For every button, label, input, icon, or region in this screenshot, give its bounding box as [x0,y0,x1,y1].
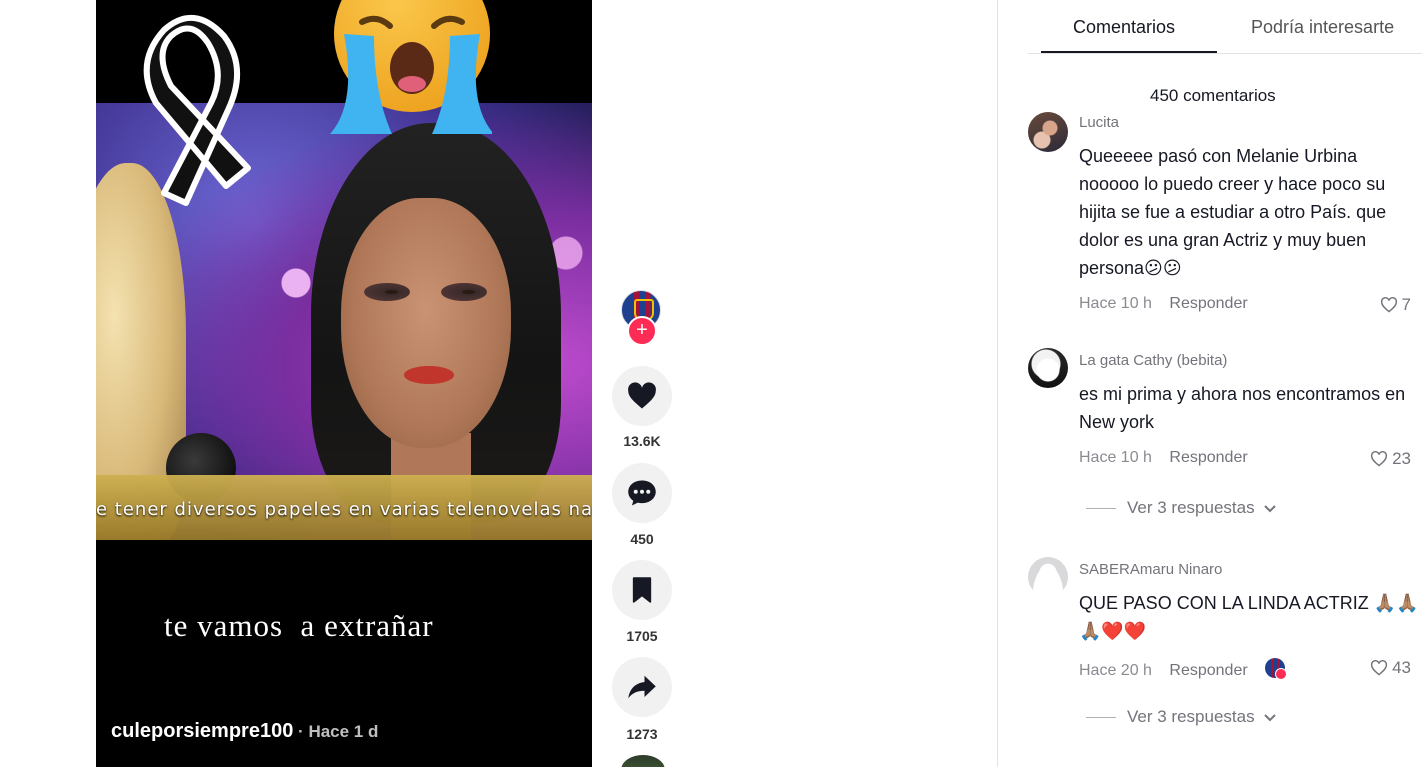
comment-time: Hace 20 h [1079,662,1152,679]
actress-eye-left [364,283,410,301]
author-separator: · [293,722,309,741]
action-bar: + 13.6K 450 1705 1273 [612,0,672,767]
like-outline-icon [1371,660,1388,676]
mourning-ribbon-icon [143,14,251,206]
view-replies-button[interactable]: Ver 3 respuestas [1086,707,1277,727]
like-outline-icon [1371,451,1388,467]
replies-divider-line [1086,507,1116,509]
follow-button[interactable]: + [627,316,657,346]
actress-lips [404,366,454,384]
video-overlay-text: te vamos a extrañar [164,608,434,643]
actress-face [341,198,511,448]
comment-meta: Hace 10 h Responder 23 [1079,449,1419,469]
share-button[interactable] [612,657,672,717]
avatar[interactable] [1028,348,1068,388]
active-tab-indicator [1041,51,1217,53]
creator-liked-badge [1265,658,1288,680]
crying-face-emoji [330,0,492,134]
avatar[interactable] [1028,557,1068,597]
heart-icon [628,382,656,409]
comment-like-count: 43 [1392,658,1411,677]
comment-text: QUE PASO CON LA LINDA ACTRIZ 🙏🏽🙏🏽🙏🏽❤️❤️ [1079,593,1419,641]
comment-like-count: 7 [1401,295,1411,314]
share-count: 1273 [626,726,658,742]
tiktok-video-page: e tener diversos papeles en varias telen… [0,0,1422,767]
comment-item: Lucita Queeeee pasó con Melanie Urbina n… [1028,112,1422,315]
chevron-down-icon [1263,505,1276,513]
comment-button[interactable] [612,463,672,523]
comment-count: 450 [630,531,654,547]
comment-username[interactable]: Lucita [1079,114,1119,131]
comment-like-button[interactable]: 43 [1370,658,1411,678]
comment-like-count: 23 [1392,449,1411,468]
replies-divider-line [1086,716,1116,718]
comment-like-button[interactable]: 23 [1370,449,1411,469]
comment-text: Queeeee pasó con Melanie Urbina nooooo l… [1079,146,1387,278]
panel-divider [997,0,998,767]
comment-item: SABERAmaru Ninaro QUE PASO CON LA LINDA … [1028,557,1422,737]
bookmark-button[interactable] [612,560,672,620]
comments-panel: Comentarios Podría interesarte 450 comen… [1028,0,1422,767]
video-caption-text: e tener diversos papeles en varias telen… [96,499,592,520]
view-replies-button[interactable]: Ver 3 respuestas [1086,498,1277,518]
video-player[interactable]: e tener diversos papeles en varias telen… [96,0,592,767]
like-button[interactable] [612,366,672,426]
reply-button[interactable]: Responder [1169,449,1247,467]
comment-time: Hace 10 h [1079,449,1152,466]
bookmark-icon [632,577,652,603]
author-username-link[interactable]: culeporsiempre100 [111,720,293,742]
reply-button[interactable]: Responder [1169,662,1247,680]
comment-time: Hace 10 h [1079,295,1152,312]
chevron-down-icon [1263,714,1276,722]
post-time: Hace 1 d [308,722,379,741]
panel-tabs: Comentarios Podría interesarte [1028,0,1422,54]
video-author-line: culeporsiempre100 · Hace 1 d [111,720,378,743]
view-replies-label: Ver 3 respuestas [1127,498,1255,517]
comment-icon [628,480,656,506]
comment-like-button[interactable]: 7 [1380,295,1411,315]
avatar[interactable] [1028,112,1068,152]
like-outline-icon [1380,297,1397,313]
comment-username[interactable]: La gata Cathy (bebita) [1079,352,1227,369]
next-video-avatar[interactable] [621,755,665,767]
comment-text: es mi prima y ahora nos encontramos en N… [1079,384,1406,432]
actress-eye-right [441,283,487,301]
tab-suggested[interactable]: Podría interesarte [1251,17,1394,38]
comment-item: La gata Cathy (bebita) es mi prima y aho… [1028,348,1422,528]
reply-button[interactable]: Responder [1169,295,1247,313]
comment-meta: Hace 10 h Responder 7 [1079,295,1419,315]
comments-total: 450 comentarios [1150,86,1276,105]
view-replies-label: Ver 3 respuestas [1127,707,1255,726]
share-icon [628,675,656,699]
like-count: 13.6K [623,433,661,449]
bookmark-count: 1705 [626,628,658,644]
tab-comments[interactable]: Comentarios [1073,17,1175,38]
comment-meta: Hace 20 h Responder 43 [1079,658,1419,680]
comment-username[interactable]: SABERAmaru Ninaro [1079,561,1222,578]
